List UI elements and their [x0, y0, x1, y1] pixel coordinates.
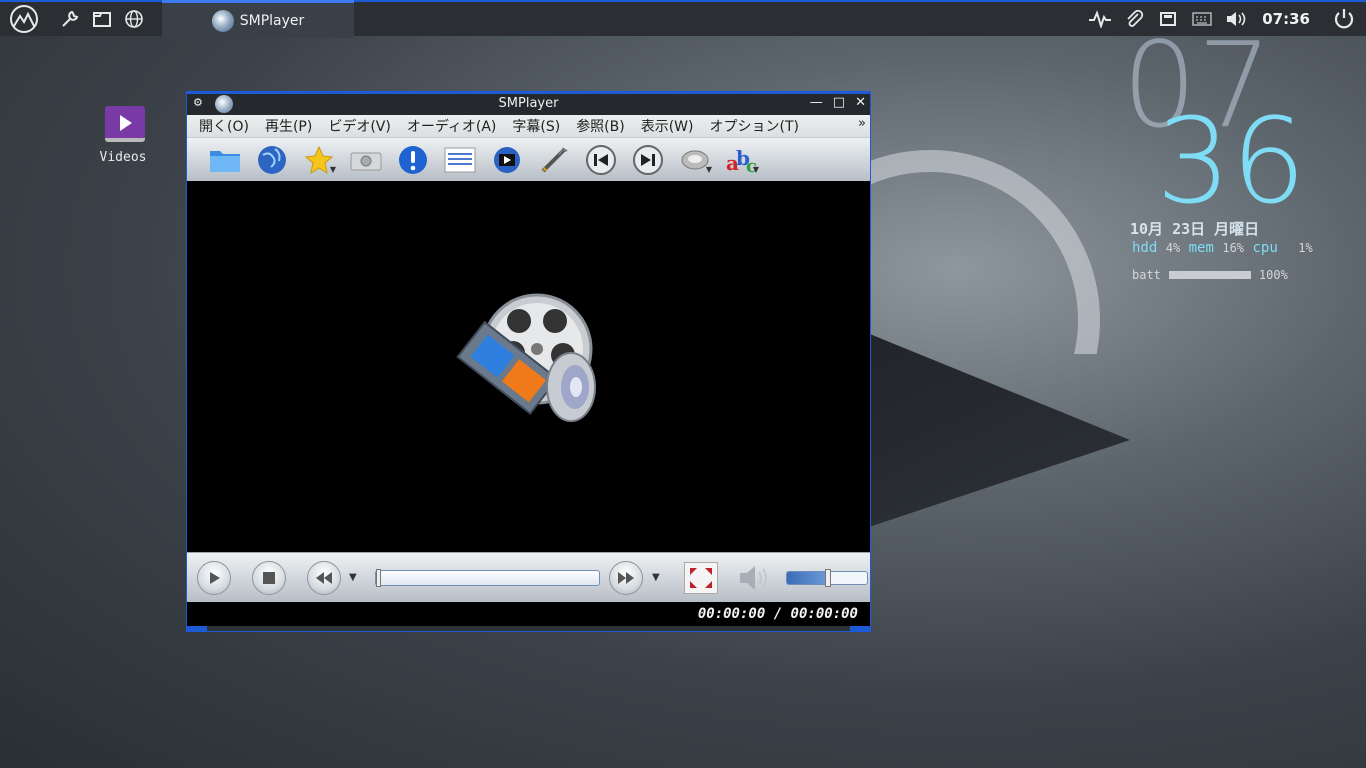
next-icon[interactable] [624, 140, 671, 180]
conky-battery: batt 100% [1132, 268, 1288, 282]
video-icon[interactable] [483, 140, 530, 180]
wallpaper-triangle [860, 330, 1130, 530]
wrench-icon[interactable] [54, 2, 86, 36]
info-icon[interactable] [389, 140, 436, 180]
bottom-left-accent [187, 626, 207, 631]
activity-icon[interactable] [1086, 2, 1114, 36]
mem-label: mem [1188, 240, 1214, 256]
taskbar-item-label: SMPlayer [239, 12, 305, 29]
forward-button[interactable] [609, 561, 643, 595]
volume-thumb[interactable] [825, 569, 831, 587]
logo-icon[interactable] [6, 2, 42, 36]
stop-button[interactable] [252, 561, 286, 595]
bottom-right-accent [850, 626, 870, 631]
time-display: 00:00:00 / 00:00:00 [697, 606, 858, 622]
conky-minute: 36 [1156, 92, 1307, 230]
menu-play[interactable]: 再生(P) [257, 116, 320, 136]
window-title: SMPlayer [498, 96, 559, 111]
batt-value: 100% [1258, 268, 1288, 282]
minimize-icon[interactable]: — [810, 95, 823, 110]
hdd-value: 4% [1165, 241, 1181, 255]
smplayer-app-icon [211, 9, 234, 32]
chevron-down-icon[interactable]: ▼ [706, 165, 712, 174]
conky-stats: hdd 4% mem 16% cpu 1% [1132, 240, 1313, 256]
batt-label: batt [1132, 268, 1161, 282]
desktop-icon-videos[interactable]: Videos [100, 106, 150, 165]
forward-icon [618, 572, 634, 584]
smplayer-window: ⚙ SMPlayer — □ ✕ 開く(O) 再生(P) ビデオ(V) オーディ… [186, 91, 871, 632]
smplayer-logo-icon [456, 293, 596, 422]
window-bottom-strip [187, 626, 870, 631]
preferences-tools-icon[interactable] [530, 140, 577, 180]
status-bar: 00:00:00 / 00:00:00 [187, 602, 870, 626]
conky-widget: 07 36 10月 23日 月曜日 hdd 4% mem 16% cpu 1% … [1122, 26, 1352, 290]
close-icon[interactable]: ✕ [855, 95, 866, 110]
menu-subtitles[interactable]: 字幕(S) [504, 116, 568, 136]
speaker-icon [740, 566, 767, 590]
mute-button[interactable] [737, 563, 771, 593]
desktop-icon-label: Videos [99, 150, 147, 165]
cpu-label: cpu [1252, 240, 1278, 256]
seek-bar[interactable] [375, 569, 600, 587]
chevron-down-icon[interactable]: ▼ [330, 165, 336, 174]
open-folder-icon[interactable] [201, 140, 248, 180]
globe-icon[interactable] [118, 2, 150, 36]
files-icon[interactable] [86, 2, 118, 36]
play-icon [210, 572, 220, 584]
playback-controls: ▼ ▼ [187, 552, 870, 602]
fullscreen-button[interactable] [684, 562, 718, 594]
menu-more-icon[interactable]: » [858, 116, 866, 131]
conky-date: 10月 23日 月曜日 [1130, 220, 1260, 238]
menu-open[interactable]: 開く(O) [191, 116, 257, 136]
rewind-options-chevron-icon[interactable]: ▼ [349, 572, 357, 583]
main-toolbar: ▼ ▼ abc ▼ [187, 137, 870, 181]
screenshot-camera-icon[interactable] [342, 140, 389, 180]
menu-options[interactable]: オプション(T) [702, 116, 807, 136]
play-button[interactable] [197, 561, 231, 595]
menu-video[interactable]: ビデオ(V) [320, 116, 399, 136]
menu-view[interactable]: 表示(W) [633, 116, 702, 136]
seek-thumb[interactable] [376, 569, 381, 587]
hdd-label: hdd [1132, 240, 1158, 256]
fullscreen-icon [690, 568, 712, 588]
menu-audio[interactable]: オーディオ(A) [399, 116, 505, 136]
volume-slider[interactable] [786, 569, 868, 587]
cpu-value: 1% [1298, 241, 1313, 255]
previous-icon[interactable] [577, 140, 624, 180]
maximize-icon[interactable]: □ [833, 95, 845, 110]
power-icon[interactable] [1330, 2, 1358, 36]
audio-track-icon[interactable]: ▼ [671, 140, 718, 180]
mem-value: 16% [1222, 241, 1245, 255]
taskbar-item-smplayer[interactable]: SMPlayer [162, 0, 354, 38]
window-controls: — □ ✕ [810, 95, 866, 110]
window-titlebar[interactable]: ⚙ SMPlayer — □ ✕ [187, 94, 870, 115]
menu-browse[interactable]: 参照(B) [568, 116, 633, 136]
stop-icon [263, 572, 275, 584]
rewind-icon [316, 572, 332, 584]
playlist-icon[interactable] [436, 140, 483, 180]
videos-folder-icon [105, 106, 145, 142]
video-area[interactable] [187, 181, 870, 552]
globe-icon[interactable] [248, 140, 295, 180]
rewind-button[interactable] [307, 561, 341, 595]
battery-bar [1168, 271, 1251, 279]
chevron-down-icon[interactable]: ▼ [753, 165, 759, 174]
forward-options-chevron-icon[interactable]: ▼ [652, 572, 660, 583]
favorites-star-icon[interactable]: ▼ [295, 140, 342, 180]
subtitles-abc-icon[interactable]: abc ▼ [718, 140, 765, 180]
menu-bar: 開く(O) 再生(P) ビデオ(V) オーディオ(A) 字幕(S) 参照(B) … [187, 115, 870, 137]
